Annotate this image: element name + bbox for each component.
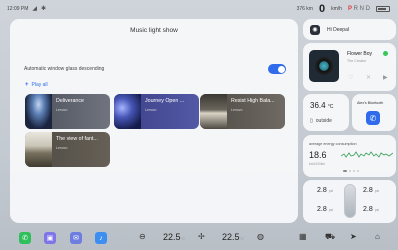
range-readout: 376 km — [296, 6, 313, 12]
user-widget[interactable]: ◉ Hi Deepal — [303, 19, 396, 40]
song-title: Flower Boy — [347, 51, 373, 57]
theater-app-icon[interactable]: ▣ — [44, 232, 56, 244]
signal-icon: ◢ — [32, 6, 38, 12]
energy-widget[interactable]: average energy consumption 18.6 kwh/100k… — [303, 135, 396, 177]
message-app-icon[interactable]: ✉ — [70, 232, 82, 244]
car-icon[interactable]: ⛟ — [325, 232, 335, 242]
outside-label: ▯ outside — [310, 118, 332, 124]
thermometer-icon: ▯ — [310, 118, 313, 124]
card-title: Resist High Bala... — [231, 98, 275, 104]
window-glass-toggle[interactable] — [268, 64, 286, 74]
car-top-view-icon — [344, 184, 356, 218]
speed-readout: 0 — [318, 3, 326, 15]
music-light-show-panel: Music light show Automatic window glass … — [10, 19, 298, 223]
show-card[interactable]: Resist High Bala... Lenovo — [200, 94, 285, 129]
panel-title: Music light show — [130, 27, 178, 34]
setting-label: Automatic window glass descending — [24, 66, 105, 72]
card-title: Journey Open ... — [145, 98, 185, 104]
heart-icon[interactable]: ♡ — [348, 74, 353, 81]
user-avatar-icon: ◉ — [310, 24, 320, 35]
phone-app-icon[interactable]: ✆ — [19, 232, 31, 244]
show-card[interactable]: Deliverance Lenovo — [25, 94, 110, 129]
play-all-button[interactable]: + Play all — [25, 82, 48, 88]
card-thumbnail — [25, 132, 52, 167]
driver-temp[interactable]: 22.5°C — [163, 232, 185, 242]
plus-icon: + — [25, 82, 29, 88]
card-thumbnail — [200, 94, 227, 129]
energy-value: 18.6 — [309, 150, 327, 160]
window-glass-setting: Automatic window glass descending — [24, 64, 286, 74]
tire-front-left: 2.8 psi — [317, 187, 334, 194]
card-title: Deliverance — [56, 98, 84, 104]
navigation-icon[interactable]: ➤ — [350, 232, 357, 241]
card-thumbnail — [114, 94, 141, 129]
card-subtitle: Lenovo — [56, 108, 68, 112]
song-artist: The Creator — [347, 59, 367, 63]
speed-unit: km/h — [331, 6, 342, 12]
climate-widget[interactable]: 36.4 °C ▯ outside — [303, 94, 349, 131]
card-subtitle: Lenovo — [145, 108, 157, 112]
shuffle-icon[interactable]: ✕ — [366, 74, 371, 81]
tire-front-right: 2.8 psi — [363, 187, 380, 194]
album-art — [309, 50, 339, 82]
status-bar: 12:09 PM ◢ ✱ 376 km 0 km/h P R N D — [0, 0, 398, 17]
energy-unit: kwh/100km — [309, 162, 326, 166]
outside-temp: 36.4 °C — [310, 101, 334, 110]
card-title: The view of fant... — [56, 136, 98, 142]
energy-sparkline — [341, 151, 393, 158]
battery-icon — [376, 6, 390, 12]
bottom-dock: ✆ ▣ ✉ ♪ ⊖ 22.5°C ✢ 22.5°C ◍ ▦ ⛟ ➤ ⌂ — [0, 228, 398, 250]
user-greeting: Hi Deepal — [327, 26, 349, 33]
bluetooth-device-name: Alex's Bluetooth — [357, 101, 384, 105]
show-card[interactable]: Journey Open ... Lenovo — [114, 94, 199, 129]
steering-heat-icon[interactable]: ⊖ — [139, 232, 146, 241]
bluetooth-icon: ✱ — [41, 6, 47, 12]
gear-indicator: P R N D — [347, 6, 370, 12]
card-thumbnail — [25, 94, 52, 129]
show-card[interactable]: The view of fant... Lenovo — [25, 132, 110, 167]
playing-indicator — [383, 51, 388, 56]
phone-icon[interactable]: ✆ — [366, 111, 380, 125]
tire-pressure-widget[interactable]: 2.8 psi 2.8 psi 2.8 psi 2.8 psi — [303, 180, 396, 223]
energy-label: average energy consumption — [309, 142, 357, 146]
page-dots — [343, 170, 359, 172]
home-icon[interactable]: ⌂ — [375, 232, 380, 241]
music-app-icon[interactable]: ♪ — [95, 232, 107, 244]
seat-heat-icon[interactable]: ◍ — [257, 232, 264, 241]
music-widget[interactable]: Flower Boy The Creator ♡ ✕ ▶ — [303, 43, 396, 91]
apps-grid-icon[interactable]: ▦ — [299, 232, 307, 241]
fan-icon[interactable]: ✢ — [198, 232, 205, 241]
card-subtitle: Lenovo — [56, 146, 68, 150]
passenger-temp[interactable]: 22.5°C — [222, 232, 244, 242]
next-icon[interactable]: ▶ — [383, 74, 388, 81]
status-time: 12:09 PM — [7, 5, 29, 12]
tire-rear-right: 2.8 psi — [363, 206, 380, 213]
tire-rear-left: 2.8 psi — [317, 206, 334, 213]
bluetooth-widget[interactable]: Alex's Bluetooth ✆ — [352, 94, 396, 131]
card-subtitle: Lenovo — [231, 108, 243, 112]
